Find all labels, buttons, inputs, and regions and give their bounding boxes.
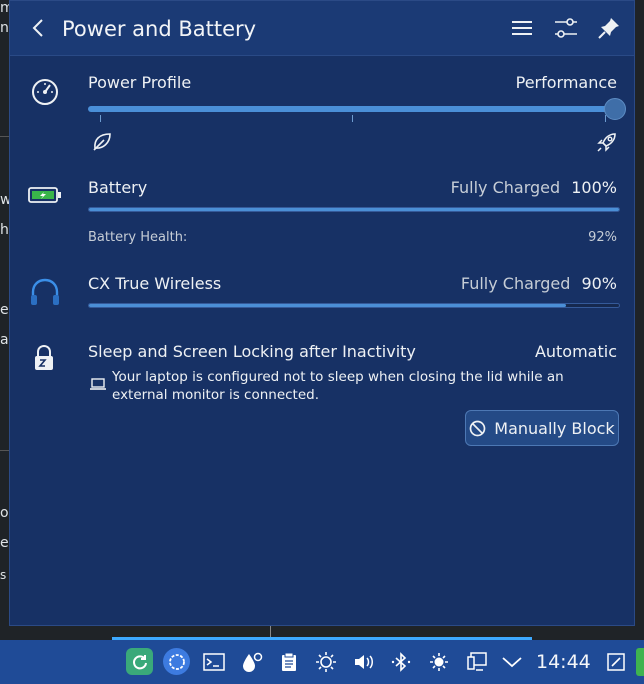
slider-tick-balanced [352,115,353,122]
battery-health-label: Battery Health: [88,230,188,245]
bluetooth-glyph-icon [391,652,411,672]
battery-health-value: 92% [588,230,617,245]
power-profile-slider-fill [88,106,618,112]
device-status-line: Fully Charged 90% [461,274,617,293]
power-profile-value: Performance [515,73,617,92]
clipboard-icon[interactable] [277,650,301,674]
signal-app-icon[interactable] [163,648,190,675]
battery-status: Fully Charged [450,178,561,197]
monitor-icon [467,652,487,671]
power-profile-slider-handle[interactable] [604,98,626,120]
speaker-icon [355,655,373,669]
power-profile-label: Power Profile [88,73,192,92]
pin-icon [598,18,619,39]
chat-bubble-icon [168,653,185,670]
configure-button[interactable] [553,15,579,41]
device-status: Fully Charged [460,274,571,293]
peek-desktop-icon[interactable] [636,648,644,676]
menu-button[interactable] [509,15,535,41]
hamburger-menu-icon [512,21,532,35]
clock[interactable]: 14:44 [536,651,591,673]
night-light-icon[interactable] [314,650,338,674]
chevron-down-icon [502,657,522,668]
notes-icon[interactable] [604,650,628,674]
battery-status-line: Fully Charged 100% [451,178,617,197]
terminal-icon[interactable] [202,650,226,674]
battery-percent: 100% [571,178,617,197]
sun-icon [316,652,336,672]
refresh-icon [132,654,147,669]
power-battery-panel: Power and Battery Power Profile Performa… [9,0,635,626]
block-icon [469,420,486,436]
leaf-icon [93,133,111,151]
sleep-lock-label: Sleep and Screen Locking after Inactivit… [88,342,416,361]
power-profile-slider[interactable] [88,106,618,112]
manually-block-button[interactable]: Manually Block [465,410,619,446]
battery-level-fill [89,208,619,211]
rocket-icon [597,133,616,152]
panel-header: Power and Battery [10,1,634,56]
lid-inhibition-message: Your laptop is configured not to sleep w… [112,369,564,403]
droplet-icon [243,652,263,672]
lock-sleep-icon [35,344,53,370]
color-picker-icon[interactable] [240,650,264,674]
battery-level-bar [88,207,620,212]
back-button[interactable] [26,15,52,41]
sliders-icon [555,18,577,38]
chevron-left-icon [32,19,43,37]
background-text: n [0,20,9,36]
device-label: CX True Wireless [88,274,222,293]
volume-icon[interactable] [352,650,376,674]
laptop-icon [90,378,106,390]
terminal-glyph-icon [203,653,225,671]
headphones-icon [31,278,59,305]
panel-title: Power and Battery [62,17,257,41]
battery-label: Battery [88,178,148,197]
battery-charging-icon [28,187,61,203]
sleep-lock-value: Automatic [534,342,617,361]
background-text: s [0,568,7,582]
slider-tick-power-save [100,115,101,122]
tray-expand-icon[interactable] [500,650,524,674]
pencil-box-icon [607,653,625,671]
brightness-sun-icon [430,653,448,671]
bluetooth-icon[interactable] [389,650,413,674]
device-percent: 90% [581,274,617,293]
manually-block-label: Manually Block [494,418,615,438]
device-battery-bar [88,303,620,308]
speedometer-icon [32,79,58,105]
update-icon[interactable] [126,648,153,675]
display-icon[interactable] [465,650,489,674]
background-text: o [0,505,9,521]
clipboard-glyph-icon [282,652,296,671]
brightness-icon[interactable] [427,650,451,674]
device-battery-fill [89,304,566,307]
pin-button[interactable] [596,15,622,41]
